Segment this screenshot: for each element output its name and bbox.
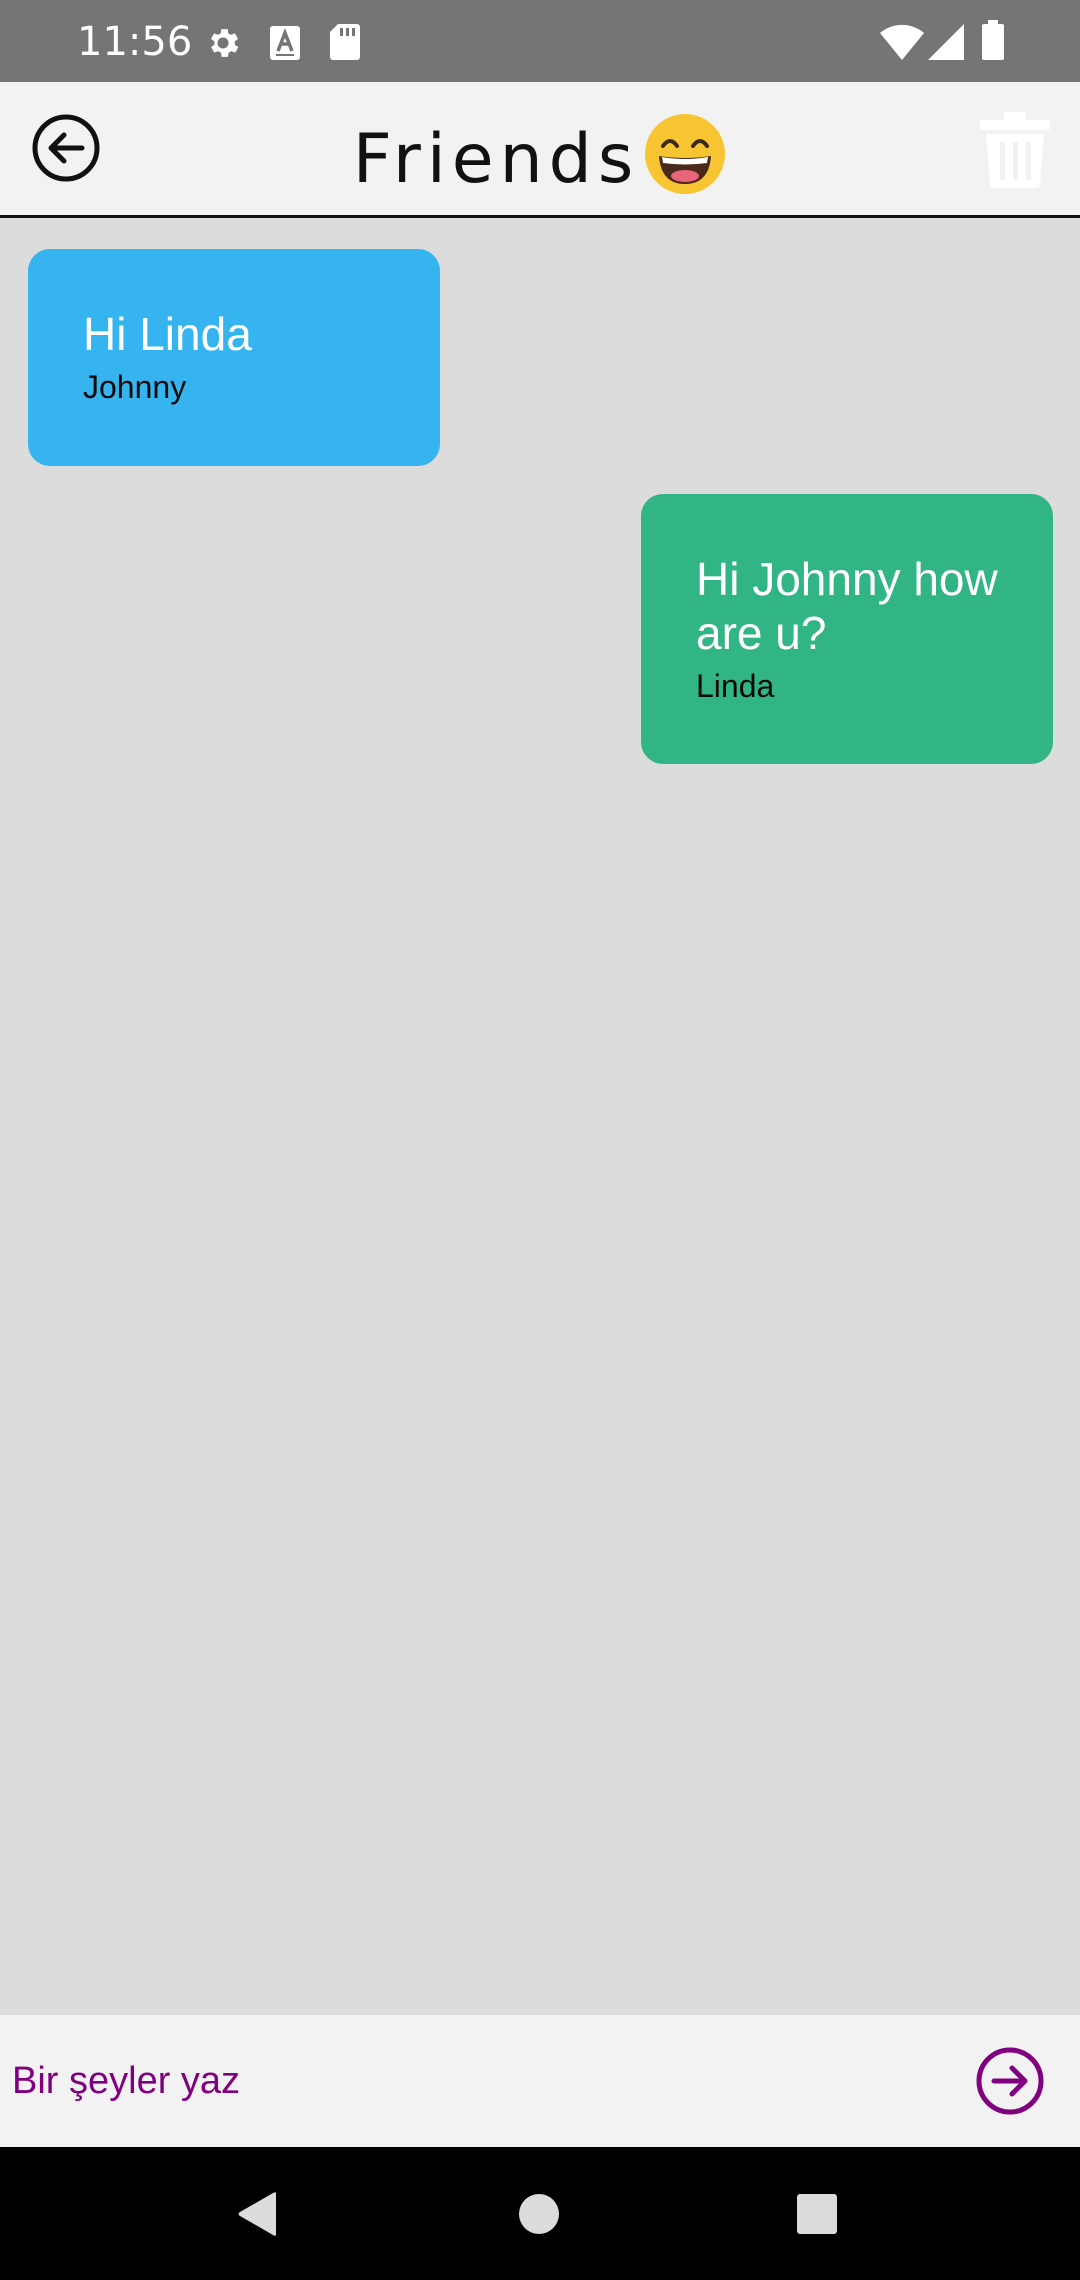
status-time: 11:56 [77,19,193,65]
chat-screen: 11:56 Friends Hi Linda Johnny Hi Johnny … [0,0,1080,2280]
home-circle-icon[interactable] [518,2193,560,2235]
message-list[interactable]: Hi Linda Johnny Hi Johnny how are u? Lin… [0,218,1080,2015]
app-bar: Friends [0,82,1080,218]
wifi-icon [880,24,924,60]
signal-icon [928,24,964,60]
page-title: Friends [0,112,1080,200]
gear-icon [210,29,239,57]
composer-bar [0,2015,1080,2147]
message-sender: Linda [696,668,775,704]
page-title-text: Friends [352,120,640,199]
recents-square-icon[interactable] [797,2194,837,2234]
status-bar: 11:56 [0,0,1080,82]
grinning-face-emoji [645,114,726,194]
battery-icon [982,20,1004,60]
message-sender: Johnny [83,369,187,405]
message-input[interactable] [0,2015,940,2147]
sd-card-icon [330,24,360,60]
trash-icon[interactable] [980,112,1050,188]
back-triangle-icon[interactable] [236,2191,280,2237]
system-nav-bar [0,2147,1080,2280]
send-arrow-circle-icon[interactable] [974,2045,1046,2117]
message-bubble-outgoing[interactable]: Hi Johnny how are u? Linda [641,494,1053,764]
message-text: Hi Linda [83,308,252,360]
message-text: Hi Johnny how are u? [696,553,998,659]
a-box-icon [270,26,300,60]
message-bubble-incoming[interactable]: Hi Linda Johnny [28,249,440,466]
